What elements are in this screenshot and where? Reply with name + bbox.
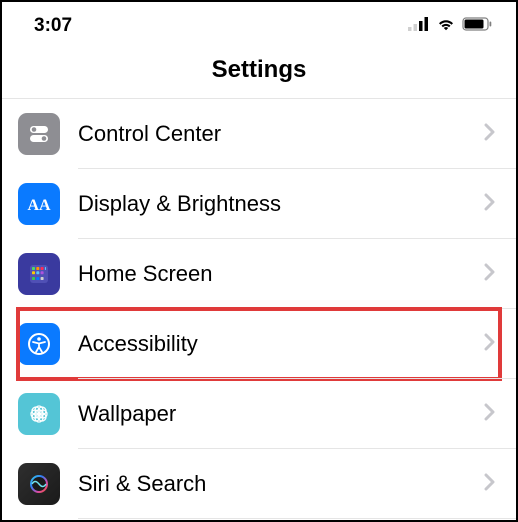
chevron-right-icon: [484, 123, 496, 146]
row-label: Accessibility: [78, 331, 484, 357]
siri-icon: [18, 463, 60, 505]
wifi-icon: [436, 17, 456, 36]
chevron-right-icon: [484, 473, 496, 496]
row-label: Siri & Search: [78, 471, 484, 497]
row-label: Control Center: [78, 121, 484, 147]
settings-header: Settings: [2, 46, 516, 99]
row-control-center[interactable]: Control Center: [2, 99, 516, 169]
status-icons: [408, 17, 492, 36]
settings-list: Control Center AA Display & Brightness: [2, 99, 516, 519]
status-time: 3:07: [34, 15, 72, 37]
accessibility-icon: [18, 323, 60, 365]
row-wallpaper[interactable]: Wallpaper: [2, 379, 516, 449]
row-siri-search[interactable]: Siri & Search: [2, 449, 516, 519]
row-label: Wallpaper: [78, 401, 484, 427]
cellular-icon: [408, 17, 430, 36]
row-home-screen[interactable]: Home Screen: [2, 239, 516, 309]
svg-text:AA: AA: [27, 197, 51, 214]
chevron-right-icon: [484, 193, 496, 216]
control-center-icon: [18, 113, 60, 155]
home-screen-icon: [18, 253, 60, 295]
row-label: Home Screen: [78, 261, 484, 287]
page-title: Settings: [2, 56, 516, 84]
status-bar: 3:07: [2, 2, 516, 46]
row-label: Display & Brightness: [78, 191, 484, 217]
chevron-right-icon: [484, 403, 496, 426]
wallpaper-icon: [18, 393, 60, 435]
row-display-brightness[interactable]: AA Display & Brightness: [2, 169, 516, 239]
chevron-right-icon: [484, 333, 496, 356]
display-brightness-icon: AA: [18, 183, 60, 225]
battery-icon: [462, 17, 492, 36]
row-accessibility[interactable]: Accessibility: [2, 309, 516, 379]
chevron-right-icon: [484, 263, 496, 286]
